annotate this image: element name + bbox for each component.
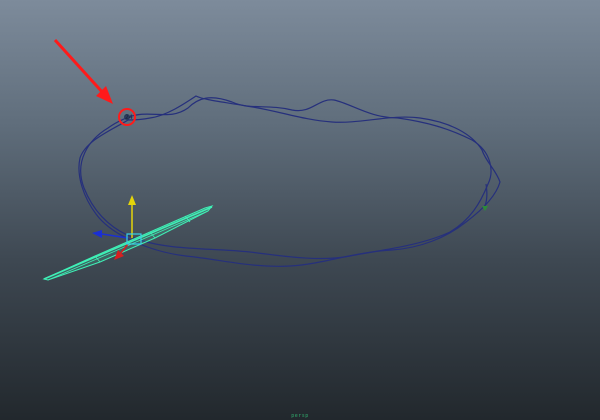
scene-canvas[interactable]: 24 (0, 0, 600, 420)
3d-viewport[interactable]: 24 persp (0, 0, 600, 420)
curve-strand-a[interactable] (80, 97, 492, 260)
green-model[interactable] (42, 205, 214, 281)
manipulator-z-arrow-icon[interactable] (92, 230, 102, 238)
manipulator-z-axis[interactable] (101, 233, 129, 239)
manipulator-y-arrow-icon[interactable] (128, 195, 136, 205)
annotation-arrow (53, 38, 113, 104)
camera-label: persp (291, 413, 309, 419)
curve-end-marker[interactable] (482, 206, 488, 211)
curve-point-label: 24 (125, 114, 133, 121)
